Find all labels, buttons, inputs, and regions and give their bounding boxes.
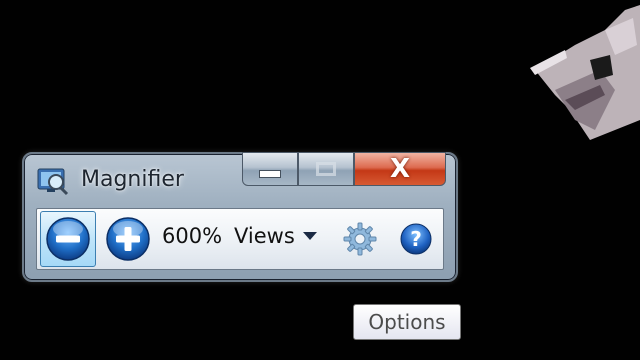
zoom-in-button[interactable]: [103, 214, 153, 264]
caption-buttons: X: [242, 152, 446, 188]
title-bar[interactable]: Magnifier X: [24, 152, 456, 206]
desktop-background: Magnifier X 600% Views ? Options: [0, 0, 640, 360]
options-tooltip: Options: [353, 304, 461, 340]
help-icon[interactable]: ?: [399, 222, 433, 256]
chevron-down-icon: [302, 232, 317, 240]
plus-icon: [106, 217, 150, 261]
magnified-background-object: [530, 5, 640, 140]
close-button[interactable]: X: [354, 152, 446, 186]
views-label: Views: [234, 224, 295, 248]
window-title: Magnifier: [81, 167, 184, 192]
views-dropdown[interactable]: Views: [234, 224, 317, 248]
gear-icon[interactable]: [343, 222, 377, 256]
minimize-icon: [259, 170, 281, 178]
zoom-out-button[interactable]: [40, 211, 96, 267]
minimize-button[interactable]: [242, 152, 298, 186]
magnifier-window: Magnifier X 600% Views ?: [22, 152, 458, 282]
maximize-button[interactable]: [298, 152, 354, 186]
zoom-level-label: 600%: [162, 224, 223, 248]
close-icon: X: [389, 154, 411, 184]
maximize-icon: [316, 162, 336, 176]
magnifier-app-icon: [37, 168, 69, 196]
minus-icon: [46, 217, 90, 261]
svg-text:?: ?: [410, 227, 422, 251]
magnifier-toolbar: 600% Views ?: [36, 208, 444, 270]
